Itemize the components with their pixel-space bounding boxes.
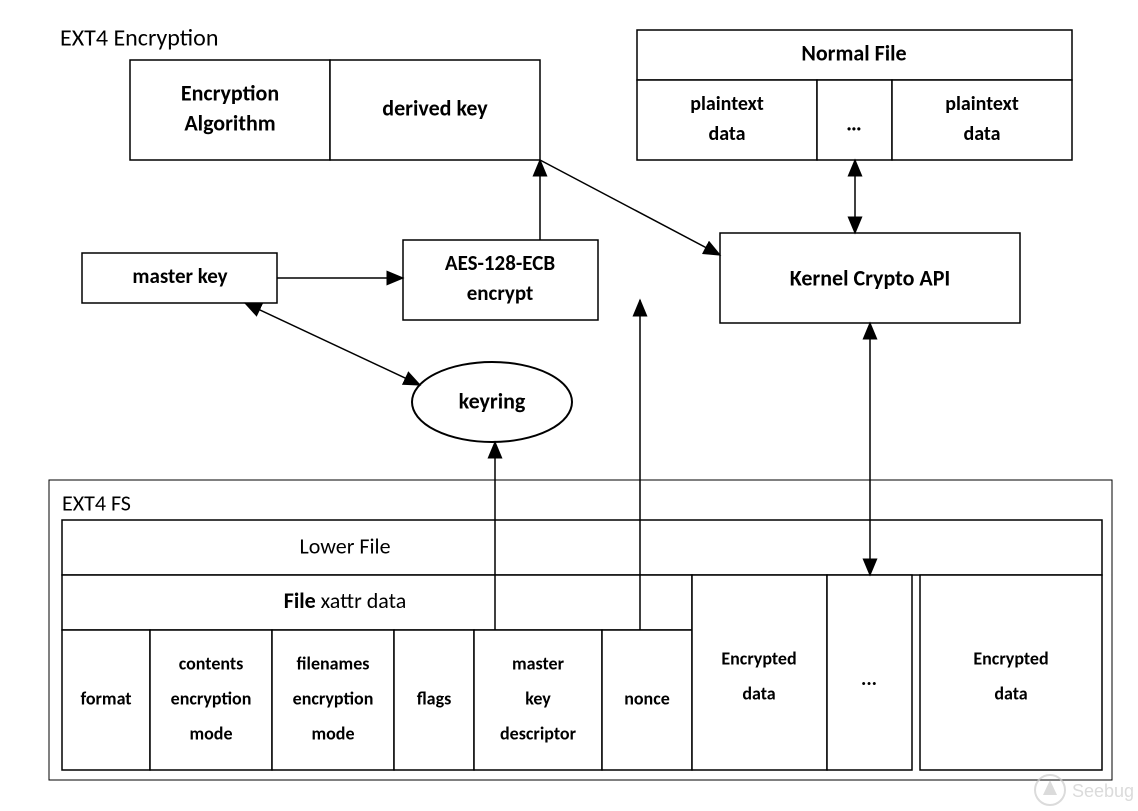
ellipsis-top: … (846, 109, 862, 136)
file-xattr-bold: File (284, 587, 316, 614)
mkd-2: key (525, 687, 551, 709)
encrypted-2a: Encrypted (973, 647, 1048, 669)
encryption-algo-line1: Encryption (181, 79, 279, 106)
contents-mode-1: contents (179, 652, 244, 674)
plaintext-data-2a: plaintext (945, 92, 1019, 116)
file-xattr-rest: xattr data (316, 587, 407, 614)
ext4-fs-container: EXT4 FS Lower File File xattr data forma… (49, 480, 1112, 780)
derived-key-label: derived key (382, 94, 488, 121)
plaintext-data-2b: data (963, 122, 1000, 146)
kernel-crypto-api-box: Kernel Crypto API (720, 233, 1020, 323)
filenames-mode-1: filenames (297, 652, 370, 674)
lower-file-label: Lower File (299, 532, 390, 559)
master-key-box: master key (82, 253, 277, 303)
contents-mode-3: mode (189, 722, 232, 744)
keyring-ellipse: keyring (412, 362, 572, 442)
encrypted-2b: data (994, 682, 1027, 704)
kernel-crypto-api-label: Kernel Crypto API (790, 264, 951, 291)
svg-text:Seebug: Seebug (1072, 781, 1134, 801)
aes-box: AES-128-ECB encrypt (403, 240, 598, 320)
keyring-label: keyring (459, 387, 526, 414)
arrow-masterkey-keyring (245, 303, 420, 385)
mkd-1: master (512, 652, 565, 674)
aes-line1: AES-128-ECB (445, 250, 555, 276)
mkd-3: descriptor (500, 722, 577, 744)
ellipsis-bottom: ... (861, 667, 877, 691)
ext4-fs-label: EXT4 FS (62, 489, 131, 516)
format-label: format (80, 687, 131, 709)
aes-line2: encrypt (467, 280, 534, 306)
normal-file-label: Normal File (801, 39, 906, 66)
contents-mode-2: encryption (171, 687, 252, 709)
plaintext-data-1a: plaintext (690, 92, 764, 116)
diagram-title: EXT4 Encryption (60, 24, 218, 53)
nonce-label: nonce (624, 687, 670, 709)
filenames-mode-3: mode (311, 722, 354, 744)
encryption-algo-line2: Algorithm (184, 109, 275, 136)
normal-file-group: Normal File plaintext data … plaintext d… (637, 30, 1072, 160)
plaintext-data-1b: data (708, 122, 745, 146)
master-key-label: master key (132, 263, 227, 289)
flags-label: flags (417, 687, 452, 709)
encrypted-1a: Encrypted (721, 647, 796, 669)
filenames-mode-2: encryption (293, 687, 374, 709)
encryption-group: Encryption Algorithm derived key (130, 60, 540, 160)
file-xattr-label: File xattr data (284, 587, 407, 614)
encrypted-1b: data (742, 682, 775, 704)
